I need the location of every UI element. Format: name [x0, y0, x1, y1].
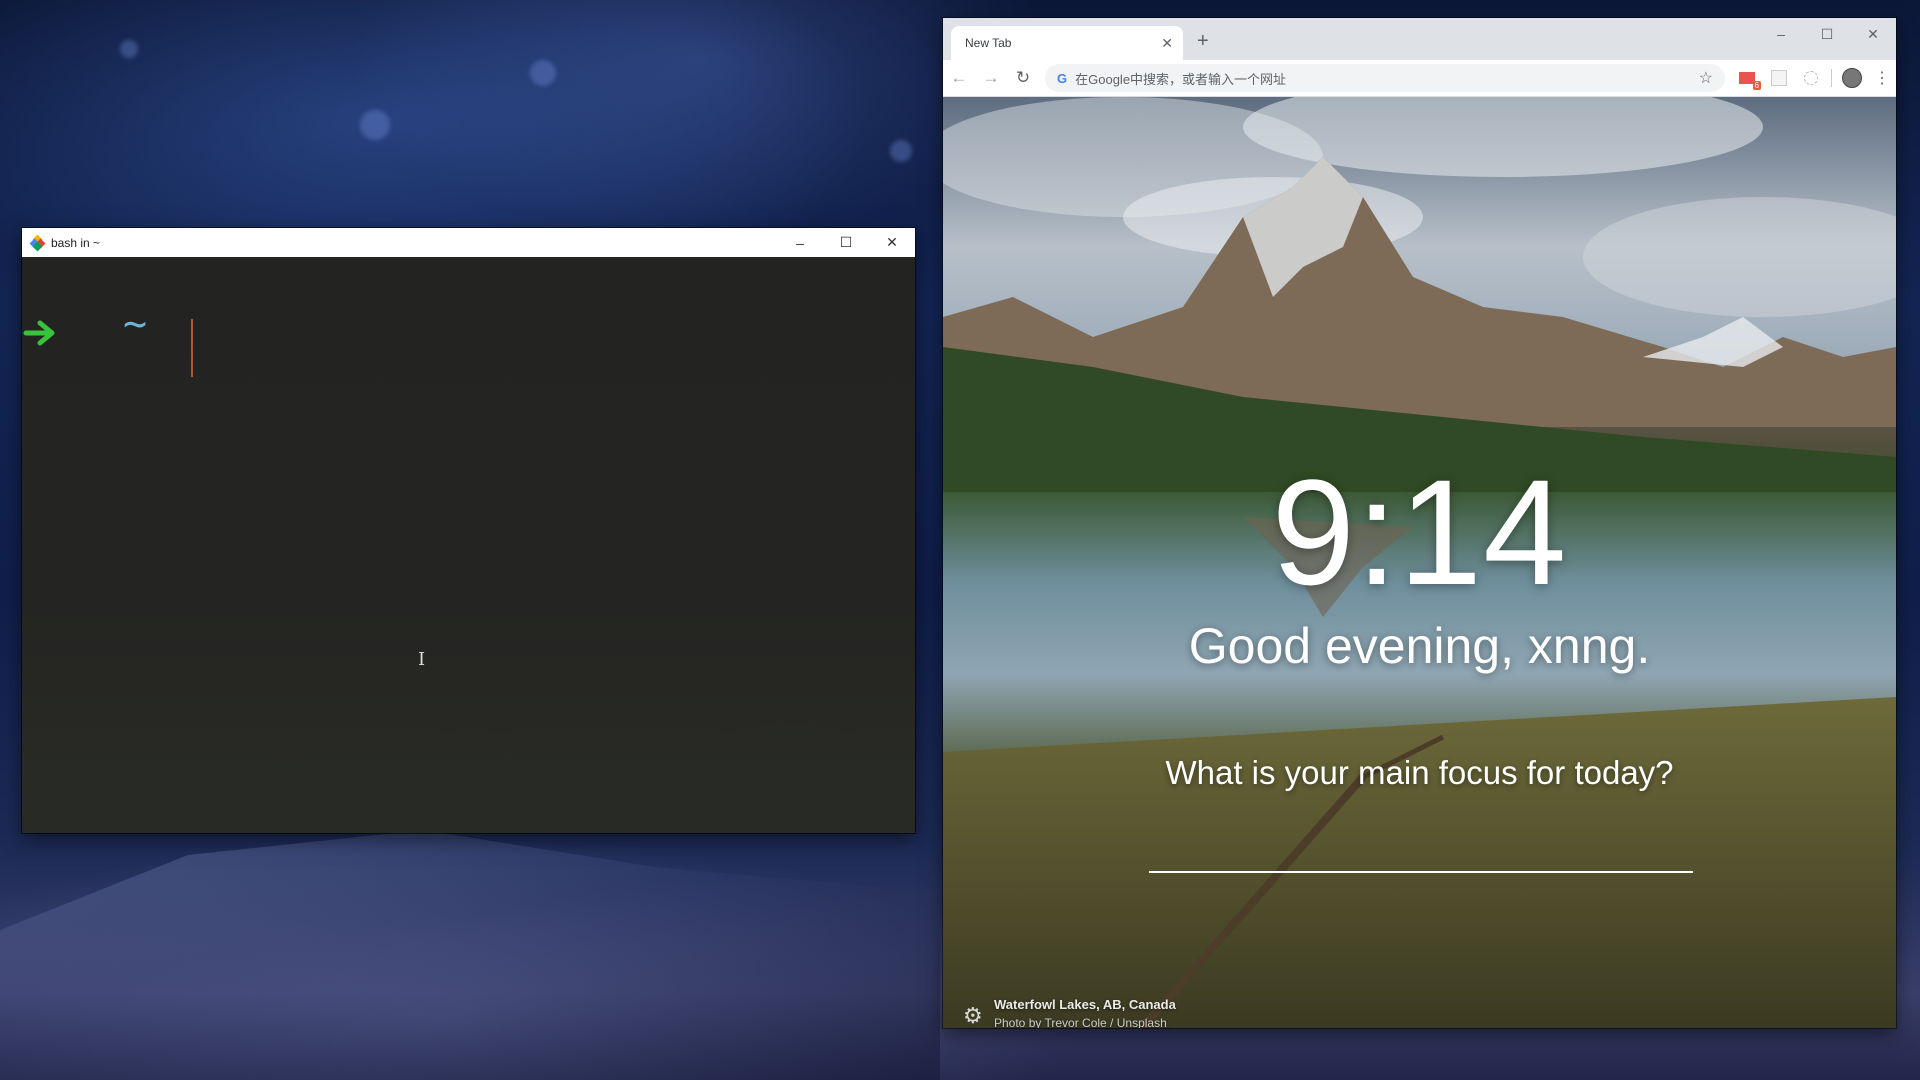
prompt-directory: ~	[123, 301, 148, 347]
extension-icon	[1771, 70, 1787, 86]
wallpaper-bokeh	[360, 110, 390, 140]
extension-button[interactable]	[1763, 70, 1795, 86]
wallpaper-bokeh	[530, 60, 556, 86]
bookmark-star-icon[interactable]: ☆	[1699, 68, 1713, 88]
browser-minimize-button[interactable]: –	[1758, 18, 1804, 50]
maximize-button[interactable]: ☐	[823, 228, 869, 257]
browser-window[interactable]: New Tab ✕ + – ☐ ✕ ← → ↻ G 在Google中搜索，或者输…	[943, 18, 1896, 1028]
new-tab-button[interactable]: +	[1197, 30, 1209, 53]
greeting: Good evening, xnng.	[1188, 618, 1651, 674]
terminal-titlebar[interactable]: bash in ~ – ☐ ✕	[22, 228, 915, 257]
close-button[interactable]: ✕	[869, 228, 915, 257]
gear-icon[interactable]: ⚙	[963, 1003, 983, 1028]
browser-close-button[interactable]: ✕	[1850, 18, 1896, 50]
wallpaper-snow	[0, 830, 940, 1080]
terminal-app-icon	[29, 234, 46, 251]
extension-mail-button[interactable]: 6	[1731, 72, 1763, 90]
photo-info: Waterfowl Lakes, AB, Canada Photo by Tre…	[994, 997, 1176, 1028]
google-icon: G	[1057, 70, 1068, 86]
terminal-window[interactable]: bash in ~ – ☐ ✕ ~ I	[22, 228, 915, 833]
mail-badge: 6	[1752, 81, 1761, 90]
avatar-icon	[1842, 68, 1862, 88]
reload-button[interactable]: ↻	[1007, 68, 1039, 88]
minimize-button[interactable]: –	[777, 228, 823, 257]
terminal-body[interactable]: ~ I	[22, 257, 915, 833]
clock: 9:14	[1271, 448, 1568, 616]
back-button[interactable]: ←	[943, 68, 975, 88]
photo-credit[interactable]: Photo by Trevor Cole / Unsplash	[994, 1016, 1176, 1028]
forward-button[interactable]: →	[975, 68, 1007, 88]
extension-icon	[1804, 71, 1818, 85]
tab-close-icon[interactable]: ✕	[1161, 35, 1173, 52]
tab-strip[interactable]: New Tab ✕ + – ☐ ✕	[943, 18, 1896, 60]
mail-icon: 6	[1739, 72, 1761, 90]
extension-button[interactable]	[1795, 71, 1827, 85]
ibeam-cursor-icon: I	[418, 649, 426, 670]
browser-toolbar: ← → ↻ G 在Google中搜索，或者输入一个网址 ☆ 6 ⋮	[943, 60, 1896, 97]
omnibox[interactable]: G 在Google中搜索，或者输入一个网址 ☆	[1045, 64, 1725, 92]
focus-input[interactable]	[1149, 837, 1693, 873]
tab-title: New Tab	[965, 36, 1012, 50]
terminal-title: bash in ~	[51, 235, 101, 250]
text-cursor	[191, 319, 193, 377]
browser-maximize-button[interactable]: ☐	[1804, 18, 1850, 50]
tab-new-tab[interactable]: New Tab ✕	[951, 26, 1183, 60]
momentum-new-tab-page: 9:14 Good evening, xnng. What is your ma…	[943, 97, 1896, 1028]
toolbar-divider	[1831, 69, 1832, 87]
wallpaper-bokeh	[890, 140, 912, 162]
browser-menu-button[interactable]: ⋮	[1868, 68, 1896, 88]
wallpaper-bokeh	[120, 40, 138, 58]
prompt-arrow-icon	[23, 320, 55, 346]
photo-location[interactable]: Waterfowl Lakes, AB, Canada	[994, 997, 1176, 1012]
focus-question: What is your main focus for today?	[1165, 754, 1674, 791]
omnibox-placeholder[interactable]: 在Google中搜索，或者输入一个网址	[1075, 69, 1699, 88]
profile-button[interactable]	[1836, 68, 1868, 88]
